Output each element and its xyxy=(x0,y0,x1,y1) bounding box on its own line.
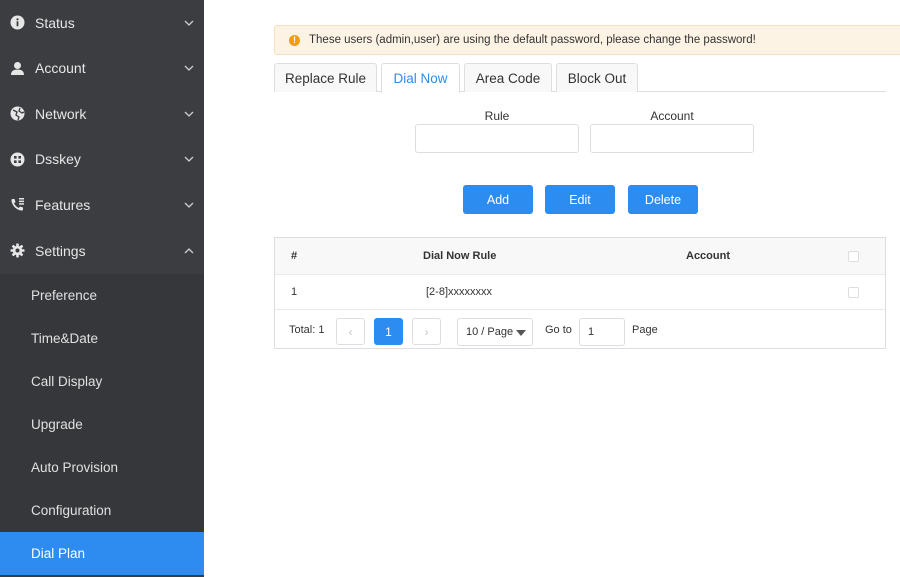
warning-text: These users (admin,user) are using the d… xyxy=(309,34,756,46)
chevron-down-icon xyxy=(174,156,204,163)
page-label: Page xyxy=(632,324,658,336)
goto-label: Go to xyxy=(545,324,572,336)
dial-now-table: # Dial Now Rule Account 1 [2-8]xxxxxxxx … xyxy=(274,237,886,349)
prev-page-button[interactable]: ‹ xyxy=(336,318,365,345)
account-label: Account xyxy=(650,109,694,123)
sidebar-item-account[interactable]: Account xyxy=(0,46,204,92)
sidebar-item-features[interactable]: Features xyxy=(0,182,204,228)
rule-label: Rule xyxy=(484,109,510,123)
sidebar-item-status[interactable]: Status xyxy=(0,0,204,46)
pagination: Total: 1 ‹ 1 › 10 / Page Go to Page xyxy=(275,311,885,349)
chevron-up-icon xyxy=(174,247,204,254)
next-page-button[interactable]: › xyxy=(412,318,441,345)
sidebar-item-label: Network xyxy=(35,105,87,122)
sidebar-item-label: Dsskey xyxy=(35,151,81,168)
user-icon xyxy=(10,61,25,76)
page-size-select[interactable]: 10 / Page xyxy=(457,318,533,346)
sidebar-item-label: Status xyxy=(35,14,75,31)
tab-bar: Replace Rule Dial Now Area Code Block Ou… xyxy=(274,63,886,93)
gear-icon xyxy=(10,243,25,258)
edit-button[interactable]: Edit xyxy=(545,185,615,214)
add-button[interactable]: Add xyxy=(463,185,533,214)
sidebar-item-label: Account xyxy=(35,60,86,77)
select-all-checkbox[interactable] xyxy=(848,250,859,262)
caret-down-icon xyxy=(516,330,526,336)
sidebar-item-dial-plan[interactable]: Dial Plan xyxy=(0,531,204,575)
sidebar-item-call-display[interactable]: Call Display xyxy=(0,360,204,403)
sidebar-item-upgrade[interactable]: Upgrade xyxy=(0,403,204,446)
tab-area-code[interactable]: Area Code xyxy=(464,63,552,92)
column-header-rule: Dial Now Rule xyxy=(423,250,497,262)
page-size-value: 10 / Page xyxy=(466,326,514,338)
sidebar: Status Account Network Dsskey Features S xyxy=(0,0,204,577)
settings-submenu: Preference Time&Date Call Display Upgrad… xyxy=(0,273,204,575)
rule-input[interactable] xyxy=(415,124,579,153)
phone-icon xyxy=(10,197,25,212)
sidebar-item-label: Settings xyxy=(35,242,86,259)
globe-icon xyxy=(10,106,25,121)
sidebar-item-settings[interactable]: Settings xyxy=(0,228,204,274)
sidebar-item-configuration[interactable]: Configuration xyxy=(0,489,204,532)
delete-button[interactable]: Delete xyxy=(628,185,698,214)
column-header-account: Account xyxy=(686,250,730,262)
sidebar-item-time-date[interactable]: Time&Date xyxy=(0,317,204,360)
warning-icon: ! xyxy=(289,34,300,46)
tab-block-out[interactable]: Block Out xyxy=(556,63,638,92)
row-number: 1 xyxy=(291,286,298,298)
grid-icon xyxy=(10,152,25,167)
chevron-down-icon xyxy=(174,65,204,72)
goto-page-input[interactable] xyxy=(579,318,625,346)
row-rule: [2-8]xxxxxxxx xyxy=(426,286,493,298)
account-input[interactable] xyxy=(590,124,754,153)
chevron-down-icon xyxy=(174,20,204,26)
chevron-down-icon xyxy=(174,202,204,208)
sidebar-item-label: Features xyxy=(35,196,91,213)
sidebar-item-network[interactable]: Network xyxy=(0,91,204,137)
page-1-button[interactable]: 1 xyxy=(374,318,403,345)
chevron-down-icon xyxy=(174,111,204,117)
sidebar-item-auto-provision[interactable]: Auto Provision xyxy=(0,446,204,489)
table-row[interactable]: 1 [2-8]xxxxxxxx xyxy=(275,275,885,310)
sidebar-item-preference[interactable]: Preference xyxy=(0,274,204,317)
tab-replace-rule[interactable]: Replace Rule xyxy=(274,63,377,92)
pagination-total: Total: 1 xyxy=(289,324,325,336)
default-password-warning: ! These users (admin,user) are using the… xyxy=(274,25,900,55)
tab-dial-now[interactable]: Dial Now xyxy=(381,63,460,93)
table-header: # Dial Now Rule Account xyxy=(275,238,885,275)
row-checkbox[interactable] xyxy=(848,286,859,298)
sidebar-item-dsskey[interactable]: Dsskey xyxy=(0,137,204,183)
main-content: ! These users (admin,user) are using the… xyxy=(204,0,900,577)
column-header-number: # xyxy=(291,250,298,262)
info-icon xyxy=(10,15,25,30)
